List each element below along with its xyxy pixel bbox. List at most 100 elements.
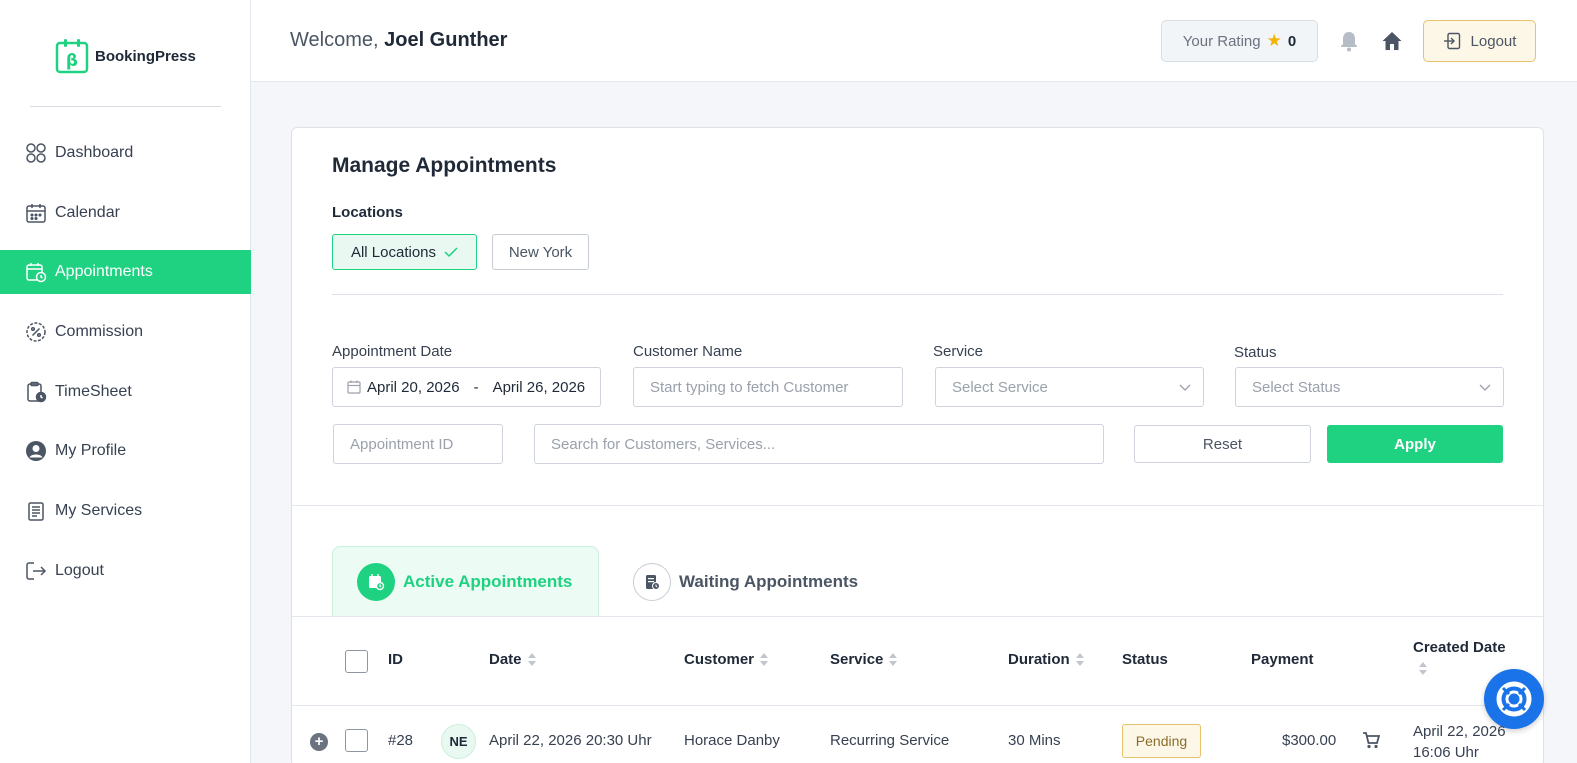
status-select[interactable]: Select Status <box>1235 367 1504 407</box>
sidebar-item-logout[interactable]: Logout <box>0 549 251 593</box>
tab-icon-wrap <box>357 563 395 601</box>
row-duration: 30 Mins <box>1008 732 1061 749</box>
tab-waiting-appointments[interactable]: Waiting Appointments <box>633 546 858 617</box>
welcome-prefix: Welcome, <box>290 29 379 51</box>
sort-icon[interactable] <box>889 653 898 666</box>
row-date: April 22, 2026 20:30 Uhr <box>489 732 652 749</box>
welcome-message: Welcome, Joel Gunther <box>290 29 507 52</box>
svg-text:β: β <box>66 51 78 71</box>
logout-icon <box>1443 32 1460 50</box>
sidebar-item-my-profile[interactable]: My Profile <box>0 429 251 473</box>
row-service: Recurring Service <box>830 732 950 749</box>
manage-appointments-card: Manage Appointments Locations All Locati… <box>291 127 1544 763</box>
status-filter-label: Status <box>1234 344 1277 361</box>
header-label: Status <box>1122 651 1168 668</box>
cart-icon[interactable] <box>1362 732 1380 749</box>
sidebar-item-my-services[interactable]: My Services <box>0 489 251 533</box>
sort-icon[interactable] <box>527 653 536 666</box>
logout-icon <box>26 562 47 580</box>
divider <box>292 705 1543 706</box>
column-header-duration[interactable]: Duration <box>1008 651 1084 668</box>
appointments-icon <box>26 263 47 283</box>
column-header-date[interactable]: Date <box>489 651 536 668</box>
header-label: ID <box>388 651 403 668</box>
date-to: April 26, 2026 <box>492 378 586 396</box>
services-icon <box>28 502 44 521</box>
divider <box>292 616 1543 617</box>
status-badge[interactable]: Pending <box>1122 724 1201 758</box>
commission-icon <box>26 322 46 342</box>
chevron-down-icon <box>1479 384 1491 391</box>
column-header-created-date[interactable]: Created Date <box>1413 639 1506 675</box>
column-header-payment: Payment <box>1251 651 1314 668</box>
sidebar-item-label: Appointments <box>55 263 153 281</box>
rating-badge[interactable]: Your Rating ★ 0 <box>1161 20 1318 62</box>
row-checkbox[interactable] <box>345 729 368 752</box>
reset-button[interactable]: Reset <box>1134 425 1311 463</box>
header-label: Customer <box>684 651 755 668</box>
date-range-picker[interactable]: April 20, 2026 - April 26, 2026 <box>332 367 601 407</box>
tab-label: Active Appointments <box>403 572 573 591</box>
column-header-customer[interactable]: Customer <box>684 651 769 668</box>
tab-active-appointments[interactable]: Active Appointments <box>332 546 599 617</box>
profile-icon <box>26 441 46 462</box>
service-select[interactable]: Select Service <box>935 367 1204 407</box>
brand-logo[interactable]: β BookingPress <box>55 38 196 74</box>
header-label: Date <box>489 651 522 668</box>
header-logout-button[interactable]: Logout <box>1423 20 1536 62</box>
chevron-down-icon <box>1179 384 1191 391</box>
sidebar-item-label: Dashboard <box>55 144 134 161</box>
calendar-icon <box>347 380 361 394</box>
divider <box>292 505 1543 506</box>
sort-icon[interactable] <box>1075 653 1084 666</box>
sort-icon[interactable] <box>760 653 769 666</box>
logout-label: Logout <box>1470 32 1517 50</box>
location-label: New York <box>508 243 573 261</box>
brand-name: BookingPress <box>95 47 196 65</box>
bell-icon[interactable] <box>1338 30 1360 52</box>
search-placeholder: Search for Customers, Services... <box>551 435 776 453</box>
location-new-york-button[interactable]: New York <box>492 234 589 270</box>
sidebar-item-timesheet[interactable]: TimeSheet <box>0 370 251 414</box>
sort-icon[interactable] <box>1419 662 1427 675</box>
header-label: Duration <box>1008 651 1070 668</box>
date-separator: - <box>473 378 479 396</box>
service-filter-label: Service <box>933 343 984 360</box>
page-title: Manage Appointments <box>332 154 557 177</box>
calendar-clock-icon <box>369 574 385 591</box>
sidebar-item-appointments[interactable]: Appointments <box>0 250 251 295</box>
header-label: Created Date <box>1413 639 1506 656</box>
service-select-placeholder: Select Service <box>952 378 1048 396</box>
sidebar-item-commission[interactable]: Commission <box>0 310 251 354</box>
apply-button[interactable]: Apply <box>1327 425 1503 463</box>
status-select-placeholder: Select Status <box>1252 378 1341 396</box>
row-customer: Horace Danby <box>684 732 780 749</box>
tab-label: Waiting Appointments <box>679 571 859 591</box>
sidebar-item-dashboard[interactable]: Dashboard <box>0 131 251 175</box>
select-all-checkbox[interactable] <box>345 650 368 673</box>
sidebar-item-label: TimeSheet <box>55 382 132 400</box>
sidebar-item-label: My Profile <box>55 442 127 460</box>
header-label: Payment <box>1251 651 1314 668</box>
tab-icon-wrap <box>633 562 671 601</box>
lifebuoy-icon <box>1496 681 1532 717</box>
date-from: April 20, 2026 <box>367 378 460 396</box>
sidebar-item-label: My Services <box>55 502 143 520</box>
sidebar-item-calendar[interactable]: Calendar <box>0 191 251 235</box>
logo-divider <box>30 106 221 107</box>
customer-name-input[interactable]: Start typing to fetch Customer <box>633 367 903 407</box>
location-all-button[interactable]: All Locations <box>332 234 477 270</box>
home-icon[interactable] <box>1381 30 1403 52</box>
timesheet-icon <box>27 381 47 402</box>
row-payment: $300.00 <box>1282 732 1337 749</box>
search-input[interactable]: Search for Customers, Services... <box>534 424 1104 464</box>
customer-filter-label: Customer Name <box>633 343 743 360</box>
appointment-id-input[interactable]: Appointment ID <box>333 424 503 464</box>
rating-label: Your Rating <box>1182 32 1261 50</box>
expand-row-icon[interactable]: + <box>310 733 328 751</box>
help-button[interactable] <box>1484 669 1544 729</box>
sidebar: β BookingPress Dashboard Calendar Appoin… <box>0 0 251 763</box>
avatar: NE <box>441 724 476 759</box>
dashboard-icon <box>26 143 46 163</box>
column-header-service[interactable]: Service <box>830 651 898 668</box>
